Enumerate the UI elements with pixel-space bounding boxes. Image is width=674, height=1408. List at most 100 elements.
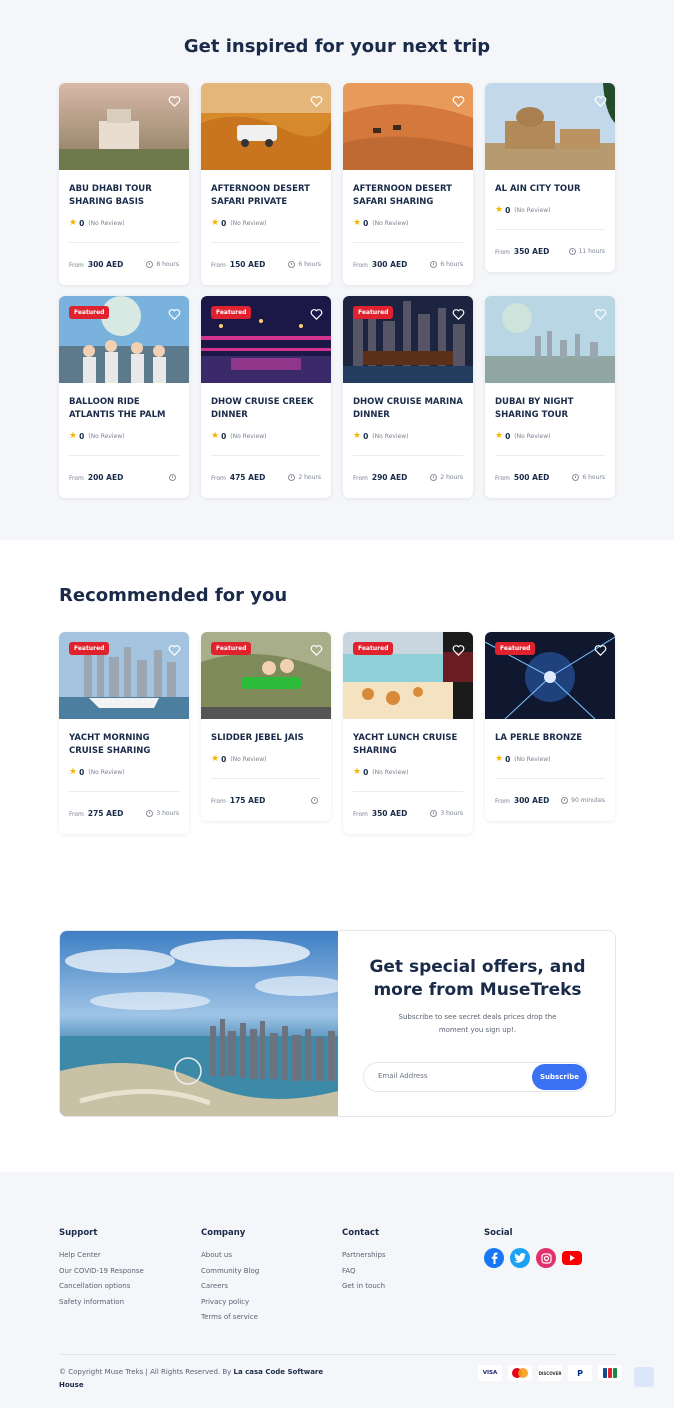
footer-link[interactable]: FAQ (342, 1264, 386, 1280)
tour-card[interactable]: Featured DHOW CRUISE MARINA DINNER ★ 0 (No R… (343, 296, 473, 498)
tour-title[interactable]: LA PERLE BRONZE (495, 732, 605, 745)
heart-icon[interactable] (594, 306, 607, 320)
footer-link[interactable]: Safety information (59, 1295, 144, 1311)
tour-image (343, 83, 473, 170)
tour-card[interactable]: Featured YACHT MORNING CRUISE SHARING ★ 0 (N… (59, 632, 189, 834)
tour-card[interactable]: Featured LA PERLE BRONZE ★ 0 (No Review) From… (485, 632, 615, 821)
duration: 3 hours (146, 809, 179, 817)
price: From 275 AED (69, 809, 123, 818)
tour-title[interactable]: YACHT LUNCH CRUISE SHARING (353, 732, 463, 758)
review-count: (No Review) (230, 219, 267, 227)
tour-title[interactable]: AL AIN CITY TOUR (495, 183, 605, 196)
tour-card[interactable]: Featured YACHT LUNCH CRUISE SHARING ★ 0 (No … (343, 632, 473, 834)
duration: 6 hours (572, 473, 605, 481)
section-title: Recommended for you (59, 585, 288, 606)
footer-link[interactable]: Our COVID-19 Response (59, 1264, 144, 1280)
footer-link[interactable]: Privacy policy (201, 1295, 259, 1311)
footer-link[interactable]: Help Center (59, 1248, 144, 1264)
duration-value: 2 hours (440, 473, 463, 481)
duration: 2 hours (288, 473, 321, 481)
heart-icon[interactable] (452, 306, 465, 320)
star-icon: ★ (69, 218, 78, 228)
footer-link[interactable]: Cancellation options (59, 1279, 144, 1295)
tour-title[interactable]: DUBAI BY NIGHT SHARING TOUR (495, 396, 605, 422)
footer-link[interactable]: Get in touch (342, 1279, 386, 1295)
heart-icon[interactable] (168, 306, 181, 320)
review-count: (No Review) (372, 768, 409, 776)
price-value: 350 AED (513, 246, 550, 256)
tour-title[interactable]: AFTERNOON DESERT SAFARI SHARING (353, 183, 463, 209)
footer-link[interactable]: Careers (201, 1279, 259, 1295)
price: From 175 AED (211, 796, 265, 805)
heart-icon[interactable] (452, 642, 465, 656)
heart-icon[interactable] (168, 93, 181, 107)
clock-icon (288, 473, 296, 481)
heart-icon[interactable] (452, 93, 465, 107)
heart-icon[interactable] (594, 93, 607, 107)
tour-card[interactable]: Featured SLIDDER JEBEL JAIS ★ 0 (No Review) F… (201, 632, 331, 821)
rating: ★ 0 (No Review) (211, 754, 321, 764)
price-prefix: From (69, 474, 84, 482)
payment-methods: VISA DISCOVER P (478, 1365, 622, 1381)
footer-link[interactable]: Terms of service (201, 1310, 259, 1326)
section-title: Get inspired for your next trip (183, 36, 491, 57)
price: From 150 AED (211, 260, 265, 269)
tour-card[interactable]: AFTERNOON DESERT SAFARI SHARING ★ 0 (No Rev… (343, 83, 473, 285)
heart-icon[interactable] (168, 642, 181, 656)
rating-value: 0 (79, 431, 85, 441)
star-icon: ★ (69, 767, 78, 777)
tour-card[interactable]: Featured BALLOON RIDE ATLANTIS THE PALM ★ 0… (59, 296, 189, 498)
tour-card[interactable]: AL AIN CITY TOUR ★ 0 (No Review) From 350 AED… (485, 83, 615, 272)
featured-badge: Featured (211, 306, 252, 319)
footer-col-support: Support Help Center Our COVID-19 Respons… (59, 1228, 144, 1310)
back-to-top-button[interactable] (634, 1367, 654, 1387)
tour-title[interactable]: ABU DHABI TOUR SHARING BASIS (69, 183, 179, 209)
footer-col-company: Company About us Community Blog Careers … (201, 1228, 259, 1326)
tour-title[interactable]: AFTERNOON DESERT SAFARI PRIVATE (211, 183, 321, 209)
rating-value: 0 (79, 218, 85, 228)
paypal-icon: P (568, 1365, 592, 1381)
heart-icon[interactable] (310, 93, 323, 107)
tour-title[interactable]: BALLOON RIDE ATLANTIS THE PALM (69, 396, 179, 422)
clock-icon (430, 260, 438, 268)
review-count: (No Review) (88, 768, 125, 776)
duration-value: 6 hours (440, 260, 463, 268)
heart-icon[interactable] (310, 306, 323, 320)
duration-value: 3 hours (156, 809, 179, 817)
tour-title[interactable]: DHOW CRUISE CREEK DINNER (211, 396, 321, 422)
duration-value: 90 minutes (571, 796, 605, 804)
heart-icon[interactable] (310, 642, 323, 656)
email-input[interactable] (378, 1072, 518, 1080)
youtube-icon[interactable] (562, 1248, 582, 1268)
tour-card[interactable]: DUBAI BY NIGHT SHARING TOUR ★ 0 (No Review)… (485, 296, 615, 498)
price-value: 500 AED (513, 472, 550, 482)
subscribe-button[interactable]: Subscribe (532, 1064, 587, 1090)
duration: 2 hours (430, 473, 463, 481)
tour-image: Featured (201, 296, 331, 383)
tour-title[interactable]: SLIDDER JEBEL JAIS (211, 732, 321, 745)
duration: 90 minutes (561, 796, 605, 804)
heart-icon[interactable] (594, 642, 607, 656)
tour-card[interactable]: AFTERNOON DESERT SAFARI PRIVATE ★ 0 (No Rev… (201, 83, 331, 285)
star-icon: ★ (353, 767, 362, 777)
tour-title[interactable]: DHOW CRUISE MARINA DINNER (353, 396, 463, 422)
price-value: 300 AED (87, 259, 124, 269)
twitter-icon[interactable] (510, 1248, 530, 1268)
newsletter-text: Subscribe to see secret deals prices dro… (398, 1013, 557, 1034)
price-prefix: From (353, 474, 368, 482)
instagram-icon[interactable] (536, 1248, 556, 1268)
tour-title[interactable]: YACHT MORNING CRUISE SHARING (69, 732, 179, 758)
review-count: (No Review) (372, 219, 409, 227)
tour-image (201, 83, 331, 170)
tour-card[interactable]: ABU DHABI TOUR SHARING BASIS ★ 0 (No Review… (59, 83, 189, 285)
star-icon: ★ (211, 754, 220, 764)
footer-link[interactable]: About us (201, 1248, 259, 1264)
footer-link[interactable]: Partnerships (342, 1248, 386, 1264)
rating: ★ 0 (No Review) (211, 431, 321, 441)
tour-card[interactable]: Featured DHOW CRUISE CREEK DINNER ★ 0 (No Re… (201, 296, 331, 498)
review-count: (No Review) (230, 432, 267, 440)
card-footer: From 300 AED 8 hours (69, 243, 179, 285)
footer-link[interactable]: Community Blog (201, 1264, 259, 1280)
facebook-icon[interactable] (484, 1248, 504, 1268)
featured-badge: Featured (495, 642, 536, 655)
